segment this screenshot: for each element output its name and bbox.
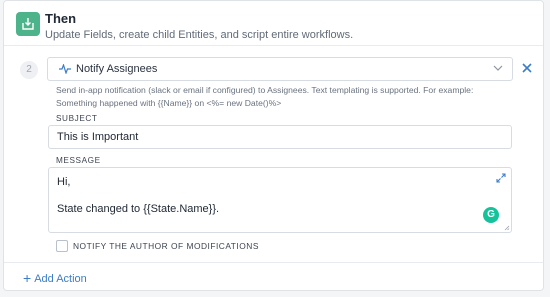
message-textarea[interactable]: Hi, State changed to {{State.Name}}. G bbox=[48, 167, 512, 233]
grammarly-icon[interactable]: G bbox=[483, 207, 499, 223]
notify-author-label: NOTIFY THE AUTHOR OF MODIFICATIONS bbox=[73, 241, 259, 251]
message-line: Hi, bbox=[57, 176, 71, 188]
resize-grip-icon[interactable] bbox=[504, 225, 510, 231]
subject-input[interactable]: This is Important bbox=[48, 125, 512, 149]
notify-author-checkbox[interactable] bbox=[56, 240, 68, 252]
then-header: Then Update Fields, create child Entitie… bbox=[4, 1, 543, 46]
action-type-value: Notify Assignees bbox=[76, 63, 158, 75]
step-number-badge: 2 bbox=[20, 61, 38, 79]
action-description: Send in-app notification (slack or email… bbox=[56, 85, 474, 108]
message-label: MESSAGE bbox=[56, 156, 101, 165]
chevron-down-icon bbox=[493, 65, 503, 71]
add-action-button[interactable]: + Add Action bbox=[23, 269, 87, 286]
action-type-select[interactable]: Notify Assignees bbox=[47, 57, 513, 81]
then-subtitle: Update Fields, create child Entities, an… bbox=[45, 29, 354, 41]
subject-label: SUBJECT bbox=[56, 114, 98, 123]
pulse-icon bbox=[59, 64, 71, 74]
expand-icon[interactable] bbox=[496, 173, 506, 183]
remove-action-button[interactable] bbox=[521, 62, 533, 74]
action-card: Then Update Fields, create child Entitie… bbox=[3, 0, 544, 291]
then-title: Then bbox=[45, 11, 77, 26]
message-line: State changed to {{State.Name}}. bbox=[57, 203, 220, 215]
add-action-label: Add Action bbox=[34, 273, 87, 285]
inbox-icon bbox=[16, 12, 40, 36]
plus-icon: + bbox=[23, 270, 32, 286]
footer-divider bbox=[4, 262, 543, 263]
